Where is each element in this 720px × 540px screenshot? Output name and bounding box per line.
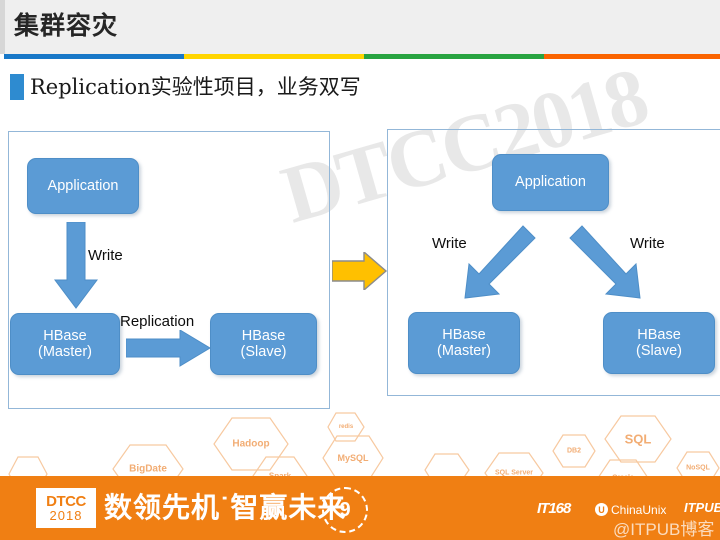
page-title: 集群容灾 bbox=[14, 12, 119, 40]
dtcc-logo-title: DTCC bbox=[46, 492, 86, 510]
color-bar-segment-orange bbox=[544, 54, 720, 59]
hexagon-sqlserver: SQL Server bbox=[484, 452, 544, 478]
left-node-application-label: Application bbox=[47, 177, 119, 194]
hexagon-hadoop-label: Hadoop bbox=[232, 438, 270, 450]
left-label-write: Write bbox=[88, 247, 123, 264]
hexagon-sql: SQL bbox=[604, 415, 672, 463]
hexagon-mysql-label: MySQL bbox=[337, 453, 369, 463]
subtitle-marker-icon bbox=[10, 74, 24, 100]
header-left-edge bbox=[0, 0, 5, 54]
subtitle-text: Replication实验性项目，业务双写 bbox=[30, 75, 361, 99]
hexagon-spark: Spark bbox=[252, 456, 308, 478]
chinaunix-mark-icon: U bbox=[595, 503, 608, 516]
footer-edition-badge: 9 bbox=[322, 487, 368, 533]
hexagon-redis-label: redis bbox=[338, 424, 354, 430]
color-bar-segment-green bbox=[364, 54, 544, 59]
subtitle-row: Replication实验性项目，业务双写 bbox=[0, 70, 720, 104]
hexagon-sql-label: SQL bbox=[624, 431, 652, 447]
slide: 集群容灾 Replication实验性项目，业务双写 DTCC2018 Appl… bbox=[0, 0, 720, 540]
dtcc-logo: DTCC 2018 bbox=[36, 488, 96, 528]
hexagon-bigdate: BigDate bbox=[112, 444, 184, 478]
transition-arrow-icon bbox=[332, 252, 388, 290]
hexagon-nosql: NoSQL bbox=[676, 451, 720, 478]
hexagon-decor-2 bbox=[424, 453, 470, 478]
hexagon-decor bbox=[8, 456, 48, 478]
right-node-application-label: Application bbox=[515, 174, 586, 191]
hexagon-nosql-label: NoSQL bbox=[686, 464, 710, 472]
hexagon-bigdate-label: BigDate bbox=[129, 463, 167, 475]
dtcc-logo-year: 2018 bbox=[49, 507, 83, 523]
left-node-application: Application bbox=[27, 158, 139, 214]
slide-header: 集群容灾 bbox=[0, 0, 720, 54]
right-node-hbase-master: HBase (Master) bbox=[408, 312, 520, 374]
partner-logo-it168: IT168 bbox=[537, 500, 571, 517]
footer-slogan: 数领先机˙智赢未来 bbox=[104, 492, 347, 523]
left-node-hbase-master-label: HBase (Master) bbox=[38, 327, 92, 360]
right-node-hbase-master-label: HBase (Master) bbox=[437, 326, 491, 359]
left-label-replication: Replication bbox=[120, 313, 195, 330]
right-node-hbase-slave-label: HBase (Slave) bbox=[636, 326, 682, 359]
hexagon-decoration-band: BigDate Hadoop Spark MySQL redis SQL Ser… bbox=[0, 408, 720, 478]
right-label-write-right: Write bbox=[630, 235, 665, 252]
left-node-hbase-slave-label: HBase (Slave) bbox=[240, 327, 287, 360]
left-node-hbase-master: HBase (Master) bbox=[10, 313, 120, 375]
hexagon-hadoop: Hadoop bbox=[213, 417, 289, 471]
right-node-application: Application bbox=[492, 154, 609, 211]
color-bar-segment-blue bbox=[4, 54, 184, 59]
hexagon-mysql: MySQL bbox=[322, 435, 384, 478]
hexagon-db2-label: DB2 bbox=[566, 447, 581, 455]
color-bar-segment-yellow bbox=[184, 54, 364, 59]
blog-watermark: @ITPUB博客 bbox=[613, 520, 715, 539]
hexagon-db2: DB2 bbox=[552, 434, 596, 468]
header-color-bar bbox=[0, 54, 720, 59]
hexagon-redis: redis bbox=[327, 412, 365, 442]
right-node-hbase-slave: HBase (Slave) bbox=[603, 312, 715, 374]
right-label-write-left: Write bbox=[432, 235, 467, 252]
partner-logo-itpub: ITPUB bbox=[684, 500, 720, 515]
left-node-hbase-slave: HBase (Slave) bbox=[210, 313, 317, 375]
